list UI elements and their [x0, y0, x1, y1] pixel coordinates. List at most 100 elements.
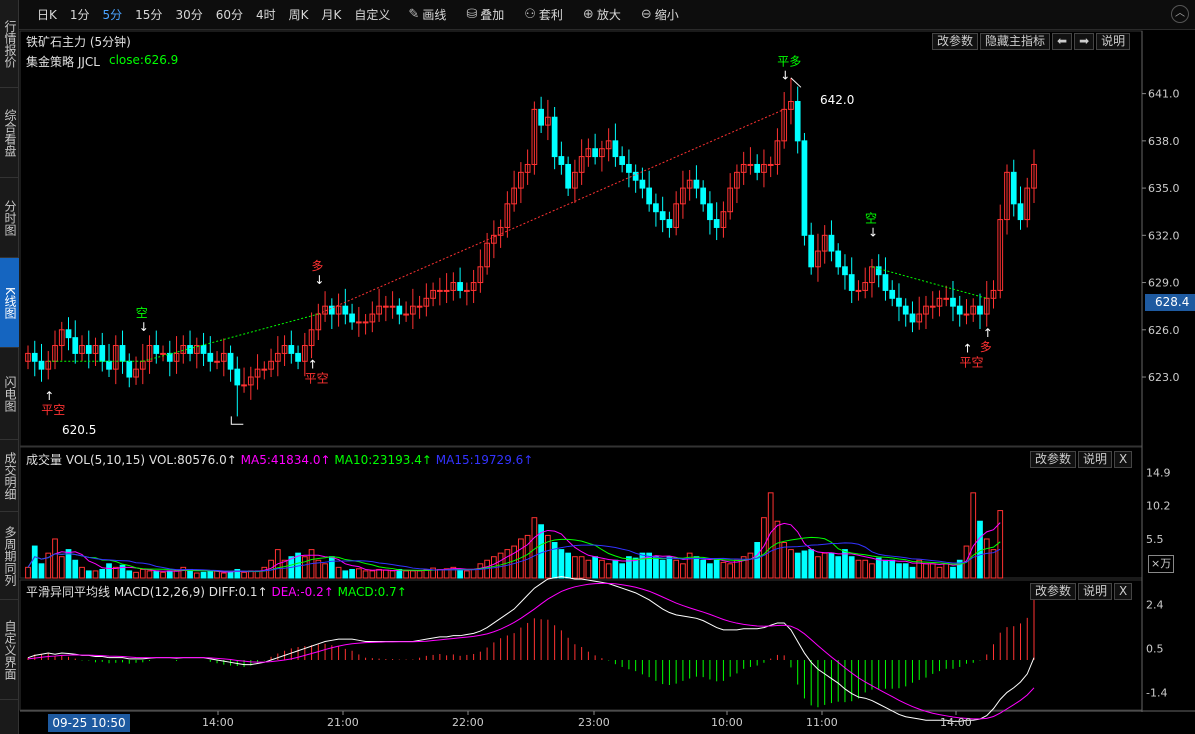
time-tick-label: 10:00: [711, 716, 743, 729]
macd-help-button[interactable]: 说明: [1078, 583, 1113, 600]
volume-bar: [950, 566, 956, 579]
volume-help-button[interactable]: 说明: [1078, 451, 1113, 468]
volume-bar: [997, 510, 1004, 579]
volume-bar: [355, 568, 362, 579]
volume-bar: [578, 556, 585, 579]
volume-bar: [720, 561, 727, 579]
main-panel-buttons: 改参数 隐藏主指标 ⬅ ➡ 说明: [930, 33, 1131, 50]
time-tick-label: 14:00: [940, 716, 972, 729]
volume-bar: [815, 556, 821, 579]
candle-body: [396, 305, 403, 315]
high-leader-line: [790, 77, 802, 88]
volume-bar: [659, 559, 666, 579]
volume-bar: [565, 552, 571, 579]
volume-bar: [382, 569, 389, 579]
candle-body: [38, 360, 45, 370]
candle-body: [842, 266, 848, 276]
hide-main-indicator-button[interactable]: 隐藏主指标: [980, 33, 1051, 50]
volume-bar: [328, 556, 335, 579]
candle-body: [713, 219, 720, 228]
arrow-up-icon: ↑: [983, 326, 993, 340]
candle-body: [166, 352, 173, 362]
candle-body: [889, 289, 896, 299]
candle-body: [801, 140, 808, 236]
volume-bar: [335, 566, 342, 579]
arrow-down-icon: ↓: [139, 320, 149, 334]
diff-value: DIFF:0.1↑: [208, 585, 268, 599]
candle-body: [106, 360, 112, 370]
macd-edit-params-button[interactable]: 改参数: [1030, 583, 1077, 600]
volume-bar: [72, 559, 79, 579]
volume-bar: [362, 570, 369, 579]
price-tick-label: 632.0: [1148, 229, 1180, 242]
volume-header: 成交量 VOL(5,10,15) VOL:80576.0↑ MA5:41834.…: [26, 451, 533, 468]
low-price-label: 620.5: [62, 423, 97, 437]
candle-body: [214, 360, 220, 363]
candle-body: [950, 297, 956, 307]
candle-body: [119, 345, 126, 362]
volume-bar: [52, 538, 58, 579]
time-tick-label: 21:00: [327, 716, 359, 729]
volume-edit-params-button[interactable]: 改参数: [1030, 451, 1077, 468]
volume-bar: [929, 563, 936, 579]
candle-body: [592, 148, 599, 158]
volume-bar: [700, 559, 707, 579]
volume-close-button[interactable]: X: [1114, 451, 1133, 468]
edit-params-button[interactable]: 改参数: [932, 33, 979, 50]
volume-bar: [801, 550, 808, 579]
candle-body: [153, 345, 160, 354]
volume-bar: [349, 568, 355, 579]
volume-bar: [166, 570, 173, 579]
time-tick-label: 23:00: [578, 716, 610, 729]
volume-bar: [31, 545, 38, 579]
arrow-left-icon[interactable]: ⬅: [1052, 33, 1073, 50]
high-price-label: 642.0: [820, 93, 855, 107]
candle-body: [342, 305, 349, 315]
volume-bar: [828, 552, 835, 579]
candle-body: [31, 352, 38, 362]
arrow-down-icon: ↓: [780, 68, 790, 82]
volume-bar: [788, 549, 794, 579]
volume-bar: [869, 563, 875, 579]
help-button[interactable]: 说明: [1096, 33, 1131, 50]
macd-tick-label: 0.5: [1146, 642, 1164, 655]
volume-bar: [160, 571, 166, 579]
volume-bar: [342, 570, 349, 579]
dea-value: DEA:-0.2↑: [271, 585, 334, 599]
candle-body: [288, 345, 295, 354]
time-tick-label: 14:00: [202, 716, 234, 729]
volume-bar: [477, 563, 484, 579]
candle-body: [403, 313, 409, 316]
volume-bar: [369, 570, 376, 579]
macd-title: 平滑异同平均线 MACD(12,26,9): [26, 585, 205, 599]
signal-dashed-line: [871, 266, 987, 299]
candle-body: [902, 305, 909, 315]
candle-body: [463, 289, 470, 292]
volume-bar: [133, 571, 139, 579]
volume-bar: [713, 559, 720, 579]
signal-label: 平空: [959, 356, 983, 370]
volume-bar: [436, 568, 443, 579]
arrow-up-icon: ↑: [308, 357, 318, 371]
arrow-right-icon[interactable]: ➡: [1074, 33, 1095, 50]
candle-body: [956, 305, 963, 315]
ma15-value: MA15:19729.6↑: [435, 453, 534, 467]
candle-body: [200, 345, 207, 354]
candle-body: [558, 156, 565, 165]
volume-bar: [943, 563, 950, 579]
volume-tick-label: 14.9: [1146, 466, 1171, 479]
candle-body: [538, 108, 544, 126]
candle-body: [747, 163, 754, 166]
price-tick-label: 629.0: [1148, 277, 1180, 290]
volume-bar: [923, 563, 929, 579]
candle-body: [612, 140, 619, 158]
candle-body: [943, 297, 950, 300]
volume-bar: [862, 559, 869, 579]
macd-close-button[interactable]: X: [1114, 583, 1133, 600]
volume-bar: [551, 542, 558, 579]
candle-body: [99, 345, 106, 362]
candle-body: [295, 352, 301, 362]
strategy-label: 集金策略 JJCL: [26, 55, 100, 69]
candle-body: [389, 305, 396, 308]
candle-body: [227, 352, 234, 370]
